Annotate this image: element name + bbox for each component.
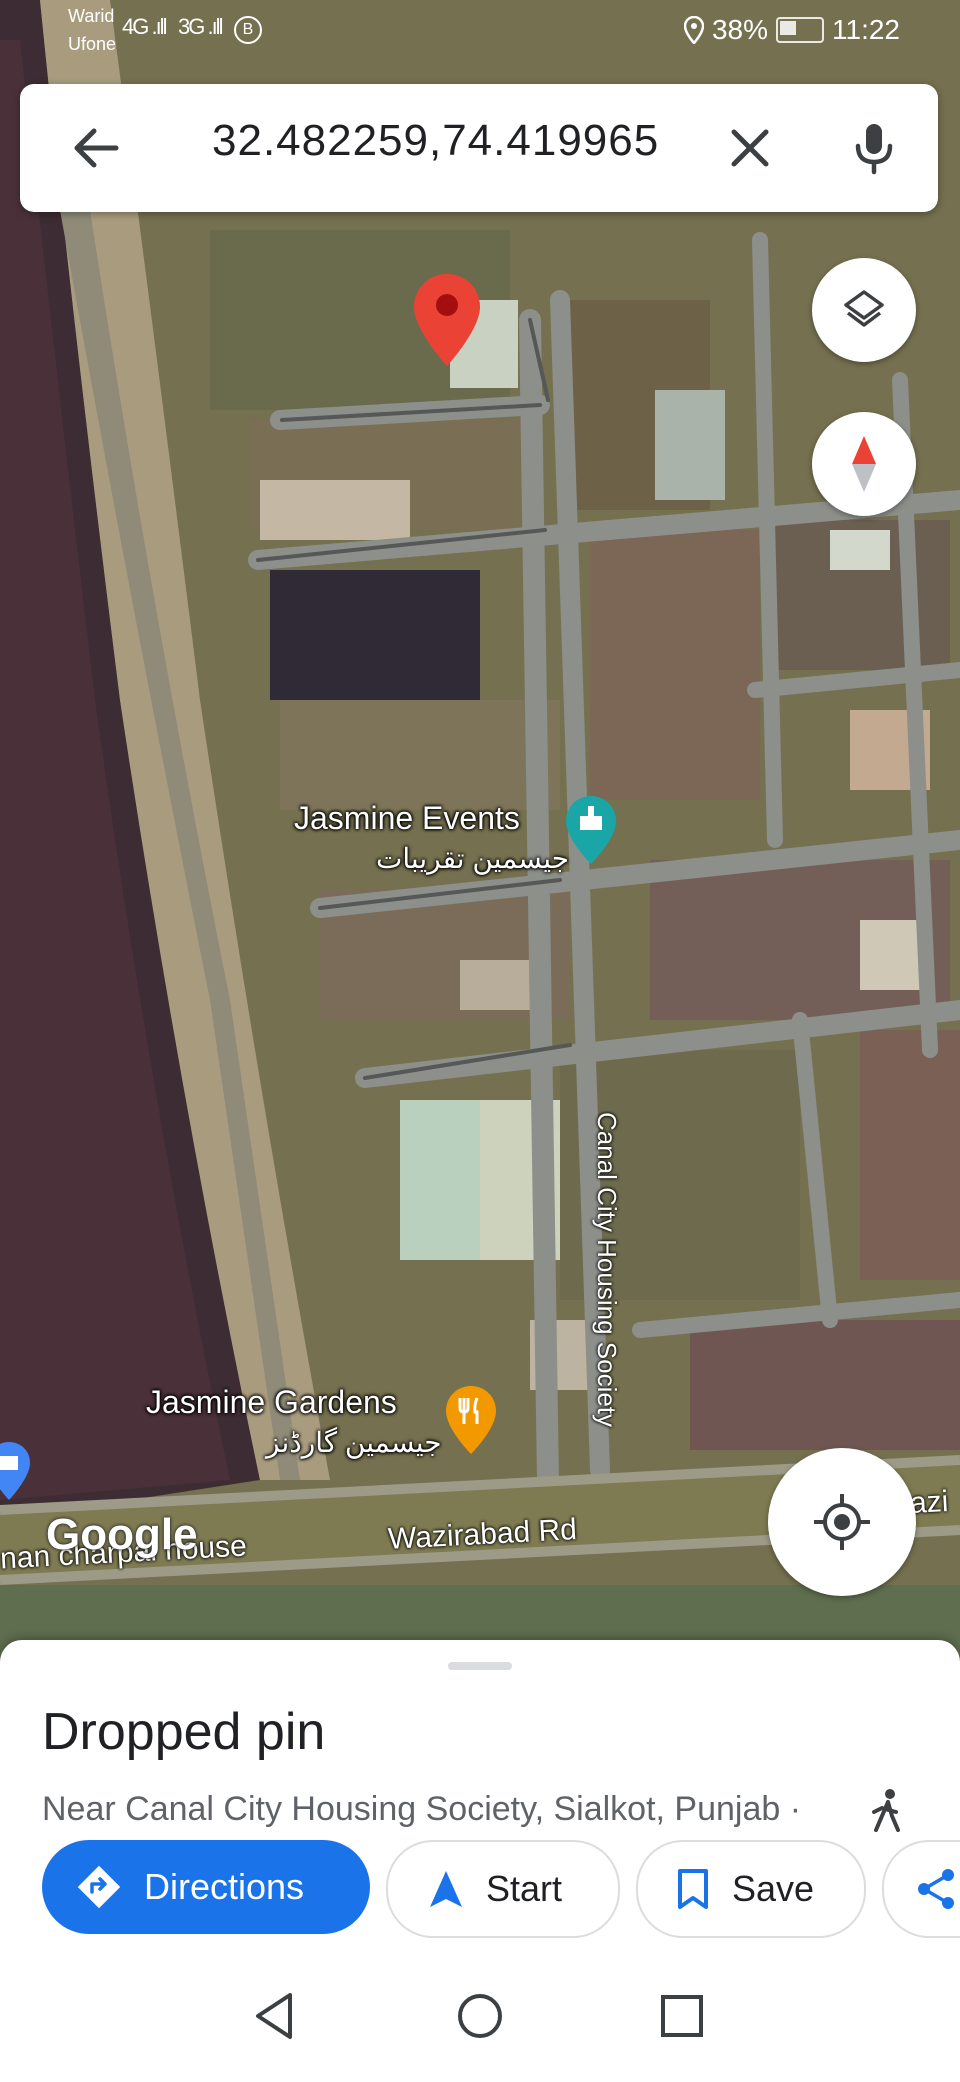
nav-home-button[interactable]	[450, 1986, 510, 2046]
poi-label-jasmine-events[interactable]: Jasmine Events	[294, 800, 520, 837]
start-label: Start	[486, 1868, 563, 1909]
status-right: 38% 11:22	[683, 14, 900, 46]
back-button[interactable]	[66, 118, 126, 178]
mic-icon	[855, 124, 893, 175]
nav-recents-icon	[661, 1995, 703, 2037]
restaurant-icon[interactable]	[444, 1384, 498, 1456]
nav-back-button[interactable]	[244, 1986, 304, 2046]
directions-button[interactable]: Directions	[42, 1840, 370, 1934]
compass-button[interactable]	[812, 412, 916, 516]
location-status-icon	[683, 16, 704, 44]
status-bar: Warid Ufone 4G .ıll 3G .ıll B 38% 11:22	[0, 0, 960, 62]
poi-label-jasmine-gardens-urdu: جیسمین گارڈنز	[266, 1427, 442, 1458]
clock: 11:22	[832, 14, 900, 45]
place-address: Near Canal City Housing Society, Sialkot…	[42, 1790, 802, 1828]
navigation-icon	[428, 1869, 464, 1909]
save-button[interactable]: Save	[636, 1840, 866, 1938]
poi-pin-partial-icon[interactable]	[0, 1440, 32, 1502]
share-button[interactable]	[882, 1840, 960, 1938]
search-input[interactable]: 32.482259,74.419965	[212, 116, 659, 166]
layers-icon	[844, 290, 884, 327]
save-label: Save	[732, 1868, 815, 1909]
event-venue-icon[interactable]	[564, 794, 618, 866]
nav-recents-button[interactable]	[652, 1986, 712, 2046]
my-location-icon	[814, 1494, 870, 1550]
dropped-pin-marker[interactable]	[412, 272, 482, 368]
nav-home-icon	[458, 1994, 502, 2038]
system-nav-bar	[0, 1960, 960, 2082]
compass-icon	[852, 436, 876, 492]
bookmark-icon	[676, 1868, 710, 1910]
directions-icon	[76, 1864, 122, 1910]
carrier-name-primary: Warid	[68, 6, 115, 26]
map-view[interactable]: Jasmine Events جیسمین تقریبات Jasmine Ga…	[0, 0, 960, 1665]
clear-button[interactable]	[720, 118, 780, 178]
walk-icon	[872, 1789, 900, 1832]
nav-back-icon	[256, 1993, 292, 2039]
battery-percent: 38%	[711, 14, 768, 45]
app-notification-icon: B	[234, 16, 262, 44]
voice-search-button[interactable]	[844, 118, 904, 178]
battery-icon	[776, 17, 824, 43]
search-bar[interactable]: 32.482259,74.419965	[20, 84, 938, 212]
road-label-canal-city: Canal City Housing Society	[592, 1112, 622, 1428]
carrier-name-secondary: Ufone	[68, 34, 117, 54]
poi-label-jasmine-events-urdu: جیسمین تقریبات	[376, 843, 570, 874]
signal-strength-secondary: 3G .ıll	[178, 14, 223, 39]
my-location-button[interactable]	[768, 1448, 916, 1596]
layers-button[interactable]	[812, 258, 916, 362]
clear-icon	[731, 129, 769, 167]
place-title: Dropped pin	[42, 1703, 326, 1761]
back-arrow-icon	[74, 128, 119, 168]
sheet-drag-handle[interactable]	[448, 1662, 512, 1670]
google-logo: Google	[46, 1510, 198, 1559]
signal-strength-primary: 4G .ıll	[122, 14, 167, 39]
share-icon	[914, 1867, 958, 1911]
poi-label-jasmine-gardens[interactable]: Jasmine Gardens	[146, 1384, 397, 1421]
directions-label: Directions	[144, 1866, 305, 1907]
start-button[interactable]: Start	[386, 1840, 620, 1938]
